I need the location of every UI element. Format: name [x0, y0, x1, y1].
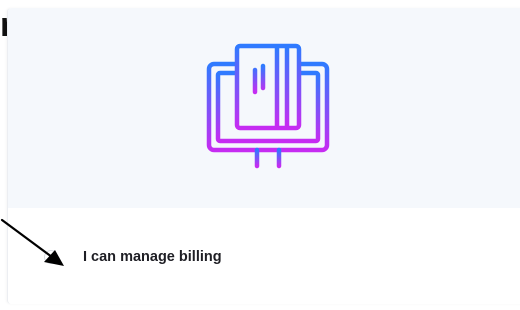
billing-option-card[interactable]: I can manage billing [7, 8, 520, 304]
illustration-panel [8, 8, 520, 208]
option-manage-billing[interactable]: I can manage billing [8, 238, 520, 278]
billing-computer-icon [206, 43, 330, 182]
pointer-arrow-icon [0, 218, 64, 266]
page: n, [0, 0, 520, 310]
option-label: I can manage billing [83, 249, 222, 265]
